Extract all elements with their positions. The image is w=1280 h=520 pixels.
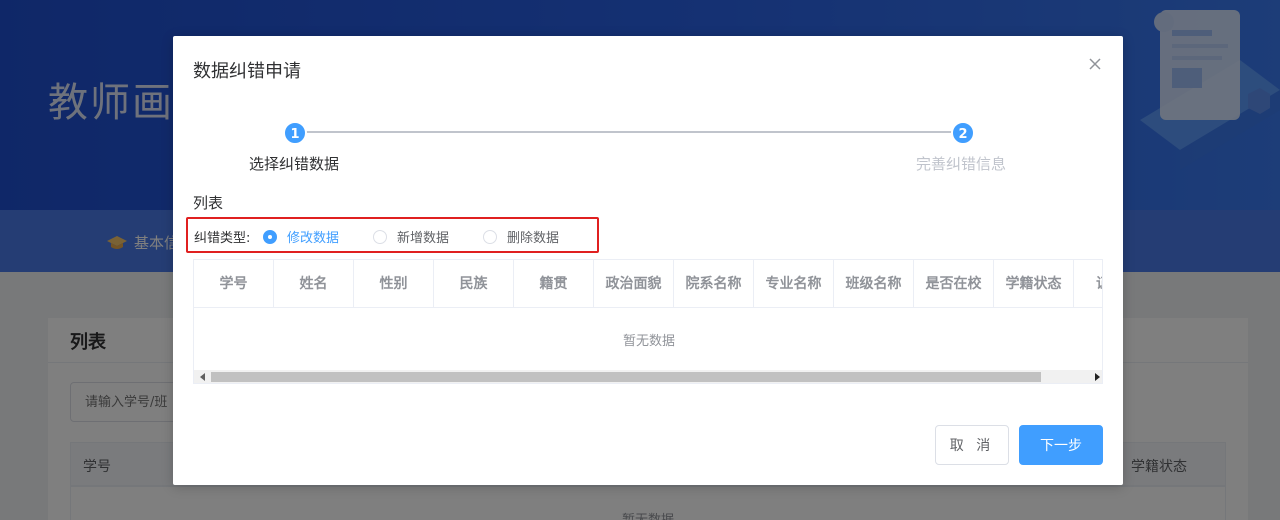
radio-label: 修改数据 xyxy=(287,231,340,246)
column-header-in-school[interactable]: 是否在校 xyxy=(914,260,994,308)
empty-state: 暂无数据 xyxy=(622,334,675,349)
next-step-button[interactable]: 下一步 xyxy=(1019,425,1103,465)
horizontal-scrollbar[interactable] xyxy=(194,370,1102,383)
step-1-indicator: 1 xyxy=(283,121,307,145)
column-header-class[interactable]: 班级名称 xyxy=(834,260,914,308)
cancel-button[interactable]: 取 消 xyxy=(935,425,1009,465)
step-2-indicator: 2 xyxy=(951,121,975,145)
scroll-right-icon[interactable] xyxy=(1095,373,1100,381)
column-header-political-status[interactable]: 政治面貌 xyxy=(594,260,674,308)
column-header-truncated[interactable]: 证 xyxy=(1074,260,1102,308)
step-2-label: 完善纠错信息 xyxy=(916,155,1007,173)
dialog-title: 数据纠错申请 xyxy=(193,61,301,82)
data-table: 学号 姓名 性别 民族 籍贯 政治面貌 院系名称 专业名称 班级名称 是否在校 … xyxy=(193,259,1103,384)
radio-delete-data[interactable]: 删除数据 xyxy=(483,227,559,246)
radio-unchecked-icon xyxy=(483,229,497,244)
table-header: 学号 姓名 性别 民族 籍贯 政治面貌 院系名称 专业名称 班级名称 是否在校 … xyxy=(194,260,1102,308)
column-header-name[interactable]: 姓名 xyxy=(274,260,354,308)
data-correction-dialog: 数据纠错申请 1 2 选择纠错数据 完善纠错信息 列表 纠错类型: 修改数据 新… xyxy=(173,36,1123,485)
close-icon[interactable] xyxy=(1085,54,1105,74)
scrollbar-thumb[interactable] xyxy=(211,372,1041,382)
radio-modify-data[interactable]: 修改数据 xyxy=(263,227,339,246)
radio-unchecked-icon xyxy=(373,229,387,244)
column-header-major[interactable]: 专业名称 xyxy=(754,260,834,308)
radio-label: 删除数据 xyxy=(507,231,560,246)
radio-add-data[interactable]: 新增数据 xyxy=(373,227,449,246)
column-header-department[interactable]: 院系名称 xyxy=(674,260,754,308)
column-header-student-id[interactable]: 学号 xyxy=(194,260,274,308)
column-header-enrollment-status[interactable]: 学籍状态 xyxy=(994,260,1074,308)
correction-type-label: 纠错类型: xyxy=(194,231,251,246)
column-header-gender[interactable]: 性别 xyxy=(354,260,434,308)
correction-type-group: 纠错类型: 修改数据 新增数据 删除数据 xyxy=(186,217,599,253)
radio-label: 新增数据 xyxy=(397,231,450,246)
column-header-native-place[interactable]: 籍贯 xyxy=(514,260,594,308)
column-header-ethnicity[interactable]: 民族 xyxy=(434,260,514,308)
radio-checked-icon xyxy=(263,229,277,244)
section-label: 列表 xyxy=(193,194,224,212)
scroll-left-icon[interactable] xyxy=(200,373,205,381)
steps-connector xyxy=(295,131,963,133)
step-1-label: 选择纠错数据 xyxy=(249,155,340,173)
